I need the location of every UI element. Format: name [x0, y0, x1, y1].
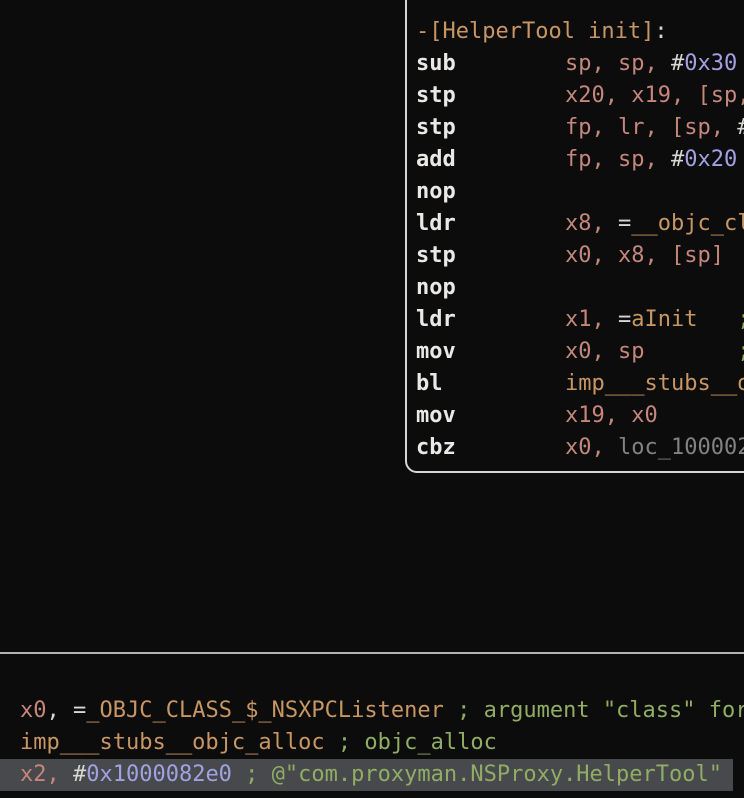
mnemonic: ldr: [416, 304, 565, 336]
mnemonic: ldr: [416, 208, 565, 240]
token-reg: fp, lr, [sp,: [565, 115, 737, 140]
token-imm: 0x30: [684, 51, 737, 76]
context-line-selected[interactable]: x2, #0x1000082e0 ; @"com.proxyman.NSProx…: [0, 759, 733, 791]
token-reg: x8,: [565, 211, 618, 236]
token-sym: __objc_cl: [631, 211, 744, 236]
token-reg: sp, sp,: [565, 51, 671, 76]
token-sym: aInit: [631, 307, 697, 332]
token-pun: #: [737, 115, 744, 140]
token-com: ; @"com.proxyman.NSProxy.HelperTool": [232, 762, 722, 787]
token-pun: , =: [47, 698, 87, 723]
token-reg: x0, x8, [sp]: [565, 243, 724, 268]
token-com: ; objc_alloc: [325, 730, 497, 755]
asm-line-nop1[interactable]: nop: [416, 176, 744, 208]
mnemonic: add: [416, 144, 565, 176]
token-sym: imp___stubs__objc_alloc: [20, 730, 325, 755]
mnemonic: sub: [416, 48, 565, 80]
asm-line-cbz[interactable]: cbzx0, loc_100002: [416, 432, 744, 464]
token-sym: -[HelperTool init]: [416, 19, 654, 44]
asm-function-label[interactable]: -[HelperTool init]:: [416, 16, 744, 48]
context-pane: x0, =_OBJC_CLASS_$_NSXPCListener ; argum…: [0, 695, 744, 791]
token-reg: x0, sp: [565, 339, 644, 364]
asm-line-sub[interactable]: subsp, sp, #0x30: [416, 48, 744, 80]
token-pun: =: [618, 211, 631, 236]
token-sym: _OBJC_CLASS_$_NSXPCListener: [86, 698, 444, 723]
token-com: ;: [644, 339, 744, 364]
mnemonic: cbz: [416, 432, 565, 464]
token-loc: loc_100002: [618, 435, 744, 460]
mnemonic: nop: [416, 272, 565, 304]
token-imm: 0x20: [684, 147, 737, 172]
disassembly-code: -[HelperTool init]:subsp, sp, #0x30stpx2…: [416, 16, 744, 464]
asm-line-add[interactable]: addfp, sp, #0x20: [416, 144, 744, 176]
asm-line-mov2[interactable]: movx19, x0: [416, 400, 744, 432]
asm-line-ldr1[interactable]: ldrx8, =__objc_cl: [416, 208, 744, 240]
token-reg: x1,: [565, 307, 618, 332]
asm-line-ldr2[interactable]: ldrx1, =aInit ;: [416, 304, 744, 336]
token-reg: x0: [20, 698, 47, 723]
token-reg: x19, x0: [565, 403, 658, 428]
mnemonic: mov: [416, 400, 565, 432]
asm-line-stp2[interactable]: stpfp, lr, [sp, #: [416, 112, 744, 144]
token-pun: #: [671, 147, 684, 172]
mnemonic: stp: [416, 112, 565, 144]
token-imm: 0x1000082e0: [86, 762, 232, 787]
asm-line-stp1[interactable]: stpx20, x19, [sp,: [416, 80, 744, 112]
token-reg: x0,: [565, 435, 618, 460]
token-reg: x20, x19, [sp,: [565, 83, 744, 108]
mnemonic: stp: [416, 240, 565, 272]
token-sym: imp___stubs__o: [565, 371, 744, 396]
asm-line-bl[interactable]: blimp___stubs__o: [416, 368, 744, 400]
token-com: ; argument "class" for: [444, 698, 744, 723]
token-reg: x2,: [20, 762, 73, 787]
pane-divider: [0, 652, 744, 654]
token-pun: #: [671, 51, 684, 76]
disassembly-preview-panel: -[HelperTool init]:subsp, sp, #0x30stpx2…: [405, 0, 744, 473]
mnemonic: mov: [416, 336, 565, 368]
token-pun: :: [654, 19, 667, 44]
context-line-class-ref[interactable]: x0, =_OBJC_CLASS_$_NSXPCListener ; argum…: [0, 695, 744, 727]
context-code: x0, =_OBJC_CLASS_$_NSXPCListener ; argum…: [0, 695, 744, 791]
token-pun: #: [73, 762, 86, 787]
token-reg: fp, sp,: [565, 147, 671, 172]
token-pun: =: [618, 307, 631, 332]
token-com: ;: [697, 307, 744, 332]
mnemonic: stp: [416, 80, 565, 112]
context-line-objc-alloc[interactable]: imp___stubs__objc_alloc ; objc_alloc: [0, 727, 744, 759]
mnemonic: nop: [416, 176, 565, 208]
mnemonic: bl: [416, 368, 565, 400]
disassembler-view: -[HelperTool init]:subsp, sp, #0x30stpx2…: [0, 0, 744, 798]
asm-line-nop2[interactable]: nop: [416, 272, 744, 304]
asm-line-stp3[interactable]: stpx0, x8, [sp]: [416, 240, 744, 272]
asm-line-mov1[interactable]: movx0, sp ;: [416, 336, 744, 368]
